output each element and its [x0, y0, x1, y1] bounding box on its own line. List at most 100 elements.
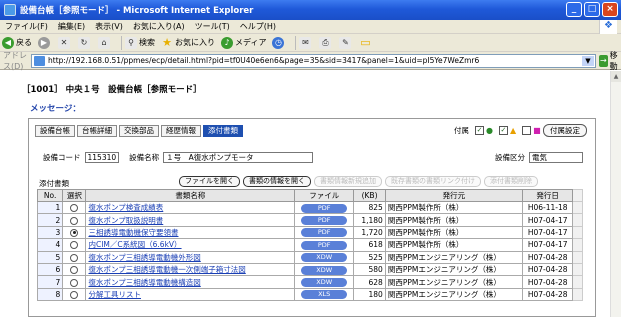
row-select-radio[interactable] [70, 253, 79, 262]
menu-file[interactable]: ファイル(F) [0, 21, 53, 32]
file-type-badge[interactable]: PDF [301, 203, 348, 213]
table-row[interactable]: 6 復水ポンプ三相誘導電動機一次側端子箱寸法図 XDW 580 関西PPMエンジニアリン… [36, 262, 583, 277]
folder-button[interactable]: ▭ [359, 36, 373, 49]
col-issuer: 発行元 [384, 189, 523, 202]
table-row[interactable]: 7 復水ポンプ三相誘導電動機構造図 XDW 628 関西PPMエンジニアリング（株） H0… [36, 275, 583, 289]
maximize-button[interactable]: □ [584, 2, 600, 17]
table-scrollbar[interactable] [572, 189, 583, 202]
add-document-button[interactable]: 書類情報新規追加 [314, 176, 382, 187]
col-select: 選択 [62, 189, 87, 202]
file-type-badge[interactable]: XDW [301, 278, 348, 288]
row-select-radio[interactable] [70, 228, 79, 237]
page-scrollbar[interactable]: ▲ [610, 71, 621, 317]
refresh-button[interactable]: ↻ [78, 36, 92, 49]
file-type-cell: PDF [294, 225, 355, 240]
file-type-badge[interactable]: XDW [301, 253, 348, 263]
mail-button[interactable]: ✉ [299, 36, 313, 49]
edit-button[interactable]: ✎ [339, 36, 353, 49]
table-row[interactable]: 2 復水ポンプ取扱説明書 PDF 1,180 関西PPM製作所（株） H07-04-17 [36, 213, 583, 227]
file-size: 180 [353, 287, 386, 302]
back-button[interactable]: ◀ 戻る [2, 36, 32, 49]
table-row[interactable]: 4 内CIM／C系統図（6.6kV） PDF 618 関西PPM製作所（株） H07-04… [36, 238, 583, 252]
document-name-link[interactable]: 復水ポンプ取扱説明書 [88, 216, 163, 225]
class-label: 設備区分 [495, 153, 525, 162]
name-field: １号 A復水ポンプモータ [163, 152, 314, 163]
table-row[interactable]: 3 三相誘導電動機保守要領書 PDF 1,720 関西PPM製作所（株） H07-04-1… [36, 225, 583, 240]
stop-button[interactable]: ✕ [58, 36, 72, 49]
legend-checkbox-circle[interactable]: ✓ [475, 126, 484, 135]
col-date: 発行日 [521, 189, 574, 202]
minimize-button[interactable]: _ [566, 2, 582, 17]
row-select-radio[interactable] [70, 290, 79, 299]
delete-attachment-button[interactable]: 添付書類削除 [484, 176, 538, 187]
table-row[interactable]: 1 復水ポンプ検査成績表 PDF 825 関西PPM製作所（株） H06-11-18 [36, 200, 583, 215]
file-type-badge[interactable]: XLS [301, 290, 348, 300]
document-name-link[interactable]: 三相誘導電動機保守要領書 [88, 228, 178, 237]
home-button[interactable]: ⌂ [98, 36, 112, 49]
link-existing-document-button[interactable]: 既存書類の書類リンク付け [385, 176, 481, 187]
menu-tools[interactable]: ツール(T) [190, 21, 235, 32]
menu-edit[interactable]: 編集(E) [53, 21, 90, 32]
menu-favorites[interactable]: お気に入り(A) [128, 21, 190, 32]
row-select-radio[interactable] [70, 241, 79, 250]
page-content: ［1001］ 中央１号 設備台帳［参照モード］ メッセージ： 設備台帳 台帳詳細… [0, 71, 621, 317]
document-name-link[interactable]: 復水ポンプ三相誘導電動機構造図 [88, 278, 200, 287]
scroll-up-icon[interactable]: ▲ [611, 71, 621, 82]
menu-view[interactable]: 表示(V) [90, 21, 128, 32]
document-name-link[interactable]: 復水ポンプ検査成績表 [88, 203, 163, 212]
row-select-cell [62, 225, 87, 240]
document-name-link[interactable]: 復水ポンプ三相誘導電動機一次側端子箱寸法図 [88, 265, 245, 274]
go-button[interactable]: → 移動 [599, 50, 621, 72]
table-row[interactable]: 8 分解工具リスト XLS 180 関西PPMエンジニアリング（株） H07-04-28 [36, 287, 583, 302]
tab-history[interactable]: 経歴情報 [161, 125, 201, 137]
address-input[interactable]: http://192.168.0.51/ppmes/ecp/detail.htm… [31, 53, 596, 68]
document-name-link[interactable]: 分解工具リスト [88, 290, 141, 299]
legend-checkbox-square[interactable] [522, 126, 532, 135]
tab-ledger-details[interactable]: 台帳詳細 [77, 125, 117, 137]
row-select-radio[interactable] [70, 216, 79, 225]
close-button[interactable]: × [602, 2, 618, 17]
file-size: 1,720 [353, 225, 386, 240]
file-type-badge[interactable]: PDF [301, 228, 348, 238]
open-document-info-button[interactable]: 書類の情報を開く [243, 176, 311, 187]
tab-replacement-parts[interactable]: 交換部品 [119, 125, 159, 137]
forward-button[interactable]: ▶ [38, 36, 52, 49]
file-type-badge[interactable]: PDF [301, 216, 348, 226]
issuer: 関西PPM製作所（株） [384, 213, 523, 227]
table-header-row: No. 選択 書類名称 ファイル (KB) 発行元 発行日 [36, 189, 583, 202]
search-button[interactable]: ⚲ 検索 [125, 36, 155, 49]
issue-date: H07-04-17 [521, 225, 574, 240]
tab-equipment-ledger[interactable]: 設備台帳 [35, 125, 75, 137]
menu-help[interactable]: ヘルプ(H) [235, 21, 281, 32]
table-row[interactable]: 5 復水ポンプ三相誘導電動機外形図 XDW 525 関西PPMエンジニアリング（株） H0… [36, 250, 583, 264]
file-size: 525 [353, 250, 386, 264]
toolbar-divider [295, 35, 297, 50]
code-field: 115310 [84, 152, 120, 163]
legend-checkbox-triangle[interactable]: ✓ [498, 126, 508, 135]
history-button[interactable]: ◷ [272, 36, 286, 49]
row-select-radio[interactable] [70, 278, 79, 287]
row-select-cell [62, 238, 87, 252]
attachment-settings-button[interactable]: 付属設定 [543, 124, 587, 137]
green-circle-icon: ● [486, 126, 493, 135]
row-number: 6 [36, 262, 64, 277]
document-name-link[interactable]: 内CIM／C系統図（6.6kV） [88, 240, 181, 249]
document-name-link[interactable]: 復水ポンプ三相誘導電動機外形図 [88, 253, 200, 262]
row-select-radio[interactable] [70, 204, 79, 213]
media-button[interactable]: ♪ メディア [221, 36, 266, 49]
file-type-cell: XDW [294, 262, 355, 277]
message-label: メッセージ： [30, 104, 81, 114]
open-file-button[interactable]: ファイルを開く [179, 176, 240, 187]
row-select-radio[interactable] [70, 266, 79, 275]
go-arrow-icon: → [599, 54, 608, 67]
tab-attachments[interactable]: 添付書類 [203, 125, 243, 137]
issue-date: H07-04-17 [521, 238, 574, 252]
favorites-button[interactable]: ★ お気に入り [161, 36, 215, 49]
print-button[interactable]: ⎙ [319, 36, 333, 49]
address-dropdown-icon[interactable]: ▼ [582, 55, 594, 66]
file-type-badge[interactable]: PDF [301, 240, 348, 250]
table-scrollbar-track [572, 250, 583, 264]
equipment-panel: 設備台帳 台帳詳細 交換部品 経歴情報 添付書類 付属 ✓ ● ✓ ▲ ■ 付属… [28, 118, 596, 317]
file-type-badge[interactable]: XDW [301, 265, 348, 275]
code-label: 設備コード [43, 153, 81, 162]
